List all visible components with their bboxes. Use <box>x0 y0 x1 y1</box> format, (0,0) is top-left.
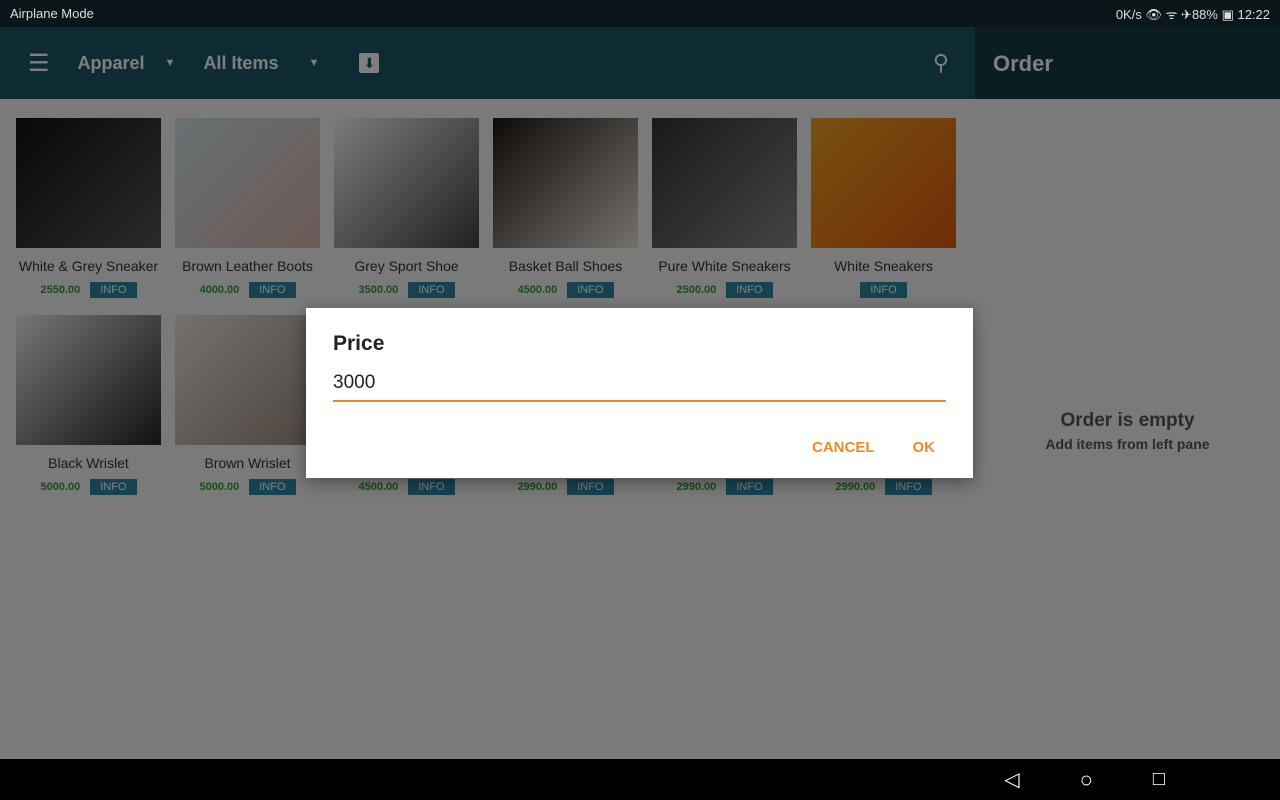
back-icon[interactable]: ◁ <box>1004 767 1019 792</box>
home-icon[interactable]: ○ <box>1080 767 1093 793</box>
status-bar: Airplane Mode 0K/s 👁 ᯤ ✈88% ▣ 12:22 <box>0 0 1280 27</box>
price-input[interactable] <box>333 370 946 402</box>
cancel-button[interactable]: CANCEL <box>812 439 875 456</box>
status-left: Airplane Mode <box>10 6 94 21</box>
dialog-title: Price <box>333 332 385 355</box>
price-dialog: Price CANCEL OK <box>306 308 973 478</box>
navigation-bar: ◁ ○ □ <box>0 759 1280 800</box>
status-right: 0K/s 👁 ᯤ ✈88% ▣ 12:22 <box>1115 6 1270 22</box>
ok-button[interactable]: OK <box>913 439 936 456</box>
recents-icon[interactable]: □ <box>1153 768 1165 791</box>
